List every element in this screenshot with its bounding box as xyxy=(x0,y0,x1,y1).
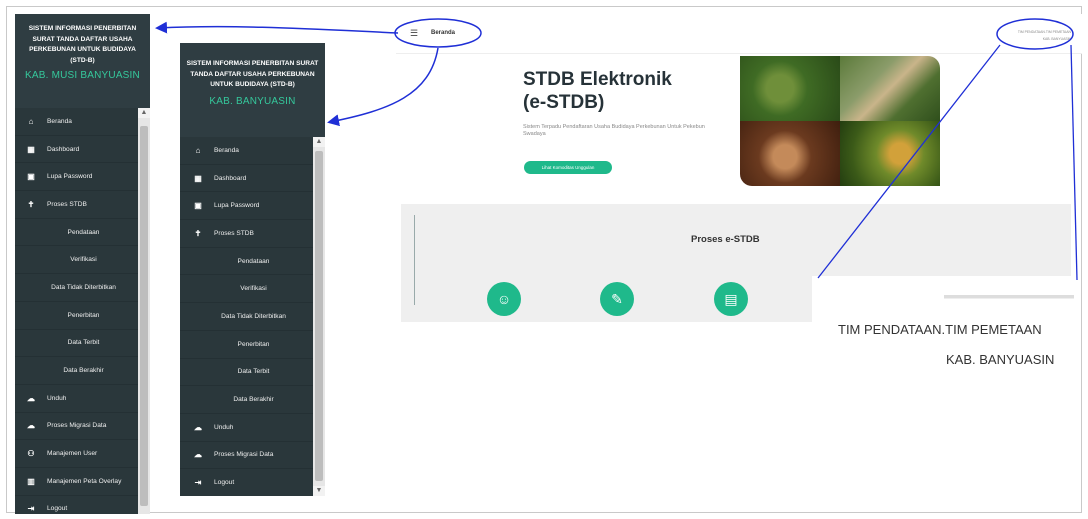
zoom-guide-left xyxy=(817,44,1001,279)
annotation-overlay xyxy=(155,18,1078,281)
arrow-to-sidebar-a xyxy=(155,21,399,34)
zoom-guide-right xyxy=(1070,44,1078,281)
breadcrumb-highlight-ellipse xyxy=(394,18,482,48)
user-highlight-ellipse xyxy=(996,18,1074,50)
arrow-to-sidebar-b xyxy=(327,47,439,127)
